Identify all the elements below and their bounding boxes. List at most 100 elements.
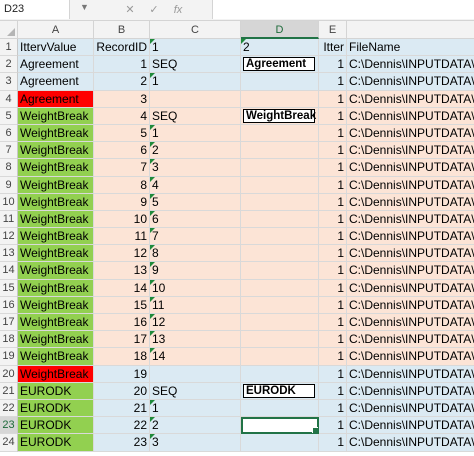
cell-record-id[interactable]: 19 (94, 365, 150, 383)
row-header[interactable]: 23 (0, 417, 18, 435)
cell-itter-value[interactable]: WeightBreak (18, 365, 94, 383)
cell-filename[interactable]: C:\Dennis\INPUTDATA\ (347, 348, 474, 366)
cell-itter-value[interactable]: EURODK (18, 399, 94, 418)
cell-filename[interactable]: C:\Dennis\INPUTDATA\ (347, 382, 474, 400)
row-header[interactable]: 4 (0, 90, 18, 108)
cell-itter-value[interactable]: WeightBreak (18, 176, 94, 194)
cell-itter[interactable]: 1 (319, 142, 347, 160)
cell-c[interactable]: SEQ (150, 382, 241, 400)
cell-itter-value[interactable]: IttervValue (18, 39, 94, 57)
name-box[interactable]: D23 (0, 0, 70, 19)
cell-itter-value[interactable]: WeightBreak (18, 296, 94, 314)
cell-d[interactable] (241, 434, 319, 452)
cell-itter-value[interactable]: WeightBreak (18, 124, 94, 143)
cell-c[interactable]: 3 (150, 159, 241, 177)
cell-d[interactable] (241, 73, 319, 91)
row-header[interactable]: 15 (0, 279, 18, 297)
row-header[interactable]: 21 (0, 382, 18, 400)
cell-filename[interactable]: C:\Dennis\INPUTDATA\ (347, 210, 474, 229)
cell-filename[interactable]: C:\Dennis\INPUTDATA\ (347, 245, 474, 263)
column-header-d[interactable]: D (241, 21, 319, 39)
row-header[interactable]: 18 (0, 331, 18, 349)
cell-itter[interactable]: 1 (319, 348, 347, 366)
cell-record-id[interactable]: 17 (94, 331, 150, 349)
cell-c[interactable]: SEQ (150, 56, 241, 74)
row-header[interactable]: 6 (0, 124, 18, 143)
cell-record-id[interactable]: 11 (94, 228, 150, 246)
row-header[interactable]: 17 (0, 314, 18, 332)
cell-d[interactable]: Agreement (241, 56, 319, 74)
cell-c[interactable]: 11 (150, 296, 241, 314)
cell-d[interactable]: 2 (241, 39, 319, 57)
row-header[interactable]: 13 (0, 245, 18, 263)
row-header[interactable]: 20 (0, 365, 18, 383)
cell-itter[interactable]: 1 (319, 193, 347, 211)
cell-c[interactable]: 5 (150, 193, 241, 211)
column-header-c[interactable]: C (150, 21, 241, 39)
cell-record-id[interactable]: RecordID (94, 39, 150, 57)
cell-filename[interactable]: C:\Dennis\INPUTDATA\ (347, 296, 474, 314)
cell-c[interactable]: 1 (150, 73, 241, 91)
row-header[interactable]: 22 (0, 399, 18, 418)
cell-d[interactable] (241, 296, 319, 314)
cell-filename[interactable]: C:\Dennis\INPUTDATA\ (347, 279, 474, 297)
cell-d[interactable] (241, 348, 319, 366)
cell-itter-value[interactable]: WeightBreak (18, 159, 94, 177)
cell-d[interactable] (241, 210, 319, 229)
cell-itter[interactable]: 1 (319, 159, 347, 177)
cell-filename[interactable]: C:\Dennis\INPUTDATA\ (347, 73, 474, 91)
cell-c[interactable]: 14 (150, 348, 241, 366)
cell-c[interactable]: 1 (150, 124, 241, 143)
cell-c[interactable]: 1 (150, 39, 241, 57)
cell-c[interactable]: 10 (150, 279, 241, 297)
cell-itter-value[interactable]: WeightBreak (18, 210, 94, 229)
cell-record-id[interactable]: 5 (94, 124, 150, 143)
cell-itter[interactable]: 1 (319, 399, 347, 418)
cell-c[interactable]: 9 (150, 262, 241, 280)
row-header[interactable]: 16 (0, 296, 18, 314)
cell-d[interactable] (241, 365, 319, 383)
fx-icon[interactable]: fx (166, 0, 190, 20)
cell-record-id[interactable]: 1 (94, 56, 150, 74)
cell-itter-value[interactable]: WeightBreak (18, 193, 94, 211)
cell-d[interactable] (241, 159, 319, 177)
cell-itter-value[interactable]: WeightBreak (18, 348, 94, 366)
cell-record-id[interactable]: 23 (94, 434, 150, 452)
cell-itter-value[interactable]: WeightBreak (18, 262, 94, 280)
cell-c[interactable]: 2 (150, 142, 241, 160)
cell-itter-value[interactable]: WeightBreak (18, 331, 94, 349)
row-header[interactable]: 19 (0, 348, 18, 366)
row-header[interactable]: 7 (0, 142, 18, 160)
row-header[interactable]: 2 (0, 56, 18, 74)
cancel-icon[interactable]: ✕ (118, 0, 142, 20)
cell-c[interactable] (150, 90, 241, 108)
cell-c[interactable]: 8 (150, 245, 241, 263)
row-header[interactable]: 24 (0, 434, 18, 452)
cell-filename[interactable]: C:\Dennis\INPUTDATA\ (347, 56, 474, 74)
cell-itter[interactable]: 1 (319, 176, 347, 194)
cell-itter[interactable]: 1 (319, 124, 347, 143)
row-header[interactable]: 1 (0, 39, 18, 57)
cell-c[interactable]: 3 (150, 434, 241, 452)
cell-d[interactable] (241, 228, 319, 246)
cell-record-id[interactable]: 13 (94, 262, 150, 280)
cell-record-id[interactable]: 21 (94, 399, 150, 418)
fill-handle[interactable] (312, 427, 318, 434)
cell-filename[interactable]: C:\Dennis\INPUTDATA\ (347, 193, 474, 211)
cell-c[interactable]: 4 (150, 176, 241, 194)
cell-record-id[interactable]: 18 (94, 348, 150, 366)
cell-d[interactable] (241, 314, 319, 332)
row-header[interactable]: 14 (0, 262, 18, 280)
cell-itter[interactable]: 1 (319, 107, 347, 125)
cell-record-id[interactable]: 10 (94, 210, 150, 229)
cell-record-id[interactable]: 12 (94, 245, 150, 263)
cell-itter[interactable]: 1 (319, 434, 347, 452)
cell-record-id[interactable]: 15 (94, 296, 150, 314)
cell-itter-value[interactable]: EURODK (18, 434, 94, 452)
cell-c[interactable]: 2 (150, 417, 241, 435)
cell-d[interactable]: EURODK (241, 382, 319, 400)
cell-d[interactable] (241, 90, 319, 108)
cell-itter[interactable]: 1 (319, 245, 347, 263)
cell-filename[interactable]: C:\Dennis\INPUTDATA\ (347, 365, 474, 383)
cell-filename[interactable]: C:\Dennis\INPUTDATA\ (347, 331, 474, 349)
